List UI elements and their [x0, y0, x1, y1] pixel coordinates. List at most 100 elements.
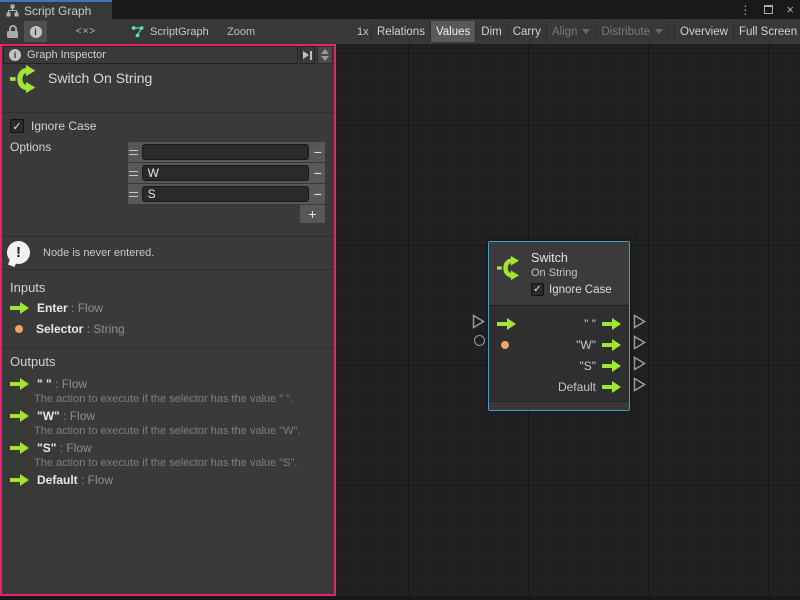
node-header[interactable]: Switch On String ✓ Ignore Case [489, 242, 629, 306]
graph-inspector-panel: i Graph Inspector Switch On String ✓ Ign… [0, 44, 336, 596]
close-icon[interactable]: × [786, 3, 794, 16]
ghost-output-port[interactable] [633, 377, 646, 392]
output-port-icon[interactable] [602, 360, 621, 372]
inspected-node-title: Switch On String [48, 70, 152, 86]
warning-banner: ! Node is never entered. [2, 236, 334, 270]
switch-node-icon [497, 255, 523, 281]
inspector-header-title: Graph Inspector [27, 49, 106, 61]
flow-arrow-icon [10, 378, 29, 390]
value-port-icon [15, 325, 23, 333]
zoom-value: 1x [357, 19, 369, 44]
scroll-spinner[interactable] [317, 46, 333, 64]
relations-button[interactable]: Relations [371, 21, 431, 42]
window-menu-icon[interactable]: ⋮ [739, 4, 751, 16]
fullscreen-button[interactable]: Full Screen [734, 21, 800, 42]
input-port-selector: Selector : String [10, 322, 125, 336]
warning-text: Node is never entered. [43, 247, 154, 259]
outputs-heading: Outputs [10, 354, 56, 369]
add-option-button[interactable]: + [300, 205, 325, 223]
option-input[interactable] [142, 144, 309, 160]
dock-icon [303, 51, 309, 59]
output-port-icon[interactable] [602, 318, 621, 330]
output-label: "S" [579, 359, 596, 373]
ghost-output-port[interactable] [633, 335, 646, 350]
output-port-icon[interactable] [602, 381, 621, 393]
code-view-button[interactable]: <×> [68, 21, 104, 42]
switch-on-string-node[interactable]: Switch On String ✓ Ignore Case " " "W" [488, 241, 630, 411]
node-body: " " "W" "S" Default [489, 306, 629, 397]
output-port-description: The action to execute if the selector ha… [34, 425, 300, 437]
overview-button[interactable]: Overview [674, 21, 734, 42]
carry-button[interactable]: Carry [508, 21, 547, 42]
inspector-header: i Graph Inspector [3, 46, 298, 64]
ghost-flow-input-port[interactable] [472, 314, 485, 329]
remove-option-button[interactable]: − [311, 184, 325, 204]
tab-script-graph[interactable]: Script Graph [0, 0, 112, 19]
ignore-case-checkbox[interactable]: ✓ [10, 119, 24, 133]
graph-icon [131, 25, 144, 38]
info-icon: i [9, 49, 21, 61]
option-row: − [128, 142, 325, 162]
drag-handle-icon[interactable] [128, 150, 140, 155]
values-button[interactable]: Values [431, 21, 476, 42]
lock-button[interactable] [2, 21, 23, 42]
flow-arrow-icon [10, 442, 29, 454]
inputs-heading: Inputs [10, 280, 45, 295]
distribute-button[interactable]: Distribute [596, 21, 669, 42]
option-input[interactable] [142, 186, 309, 202]
node-ignore-case-label: Ignore Case [549, 284, 612, 296]
graph-canvas[interactable]: Switch On String ✓ Ignore Case " " "W" [336, 44, 800, 596]
output-label: " " [584, 317, 596, 331]
dock-button[interactable] [300, 46, 315, 64]
warning-icon: ! [7, 241, 31, 265]
output-port-description: The action to execute if the selector ha… [34, 393, 293, 405]
window-bottom-edge [0, 596, 800, 600]
remove-option-button[interactable]: − [311, 142, 325, 162]
input-port-enter: Enter : Flow [10, 301, 103, 315]
option-input[interactable] [142, 165, 309, 181]
zoom-label: Zoom [227, 19, 255, 44]
output-port-description: The action to execute if the selector ha… [34, 457, 297, 469]
tab-title: Script Graph [24, 4, 91, 18]
code-icon: <×> [76, 26, 97, 37]
output-port-icon[interactable] [602, 339, 621, 351]
enter-port-icon[interactable] [497, 318, 516, 330]
chevron-down-icon [321, 56, 329, 61]
node-subtitle: On String [531, 267, 577, 279]
ignore-case-row: ✓ Ignore Case [10, 119, 96, 133]
align-button[interactable]: Align [547, 21, 597, 42]
ghost-output-port[interactable] [633, 314, 646, 329]
chevron-down-icon [582, 29, 590, 34]
output-port-w: "W" : Flow [10, 409, 95, 423]
hierarchy-icon [6, 4, 19, 17]
ghost-output-port[interactable] [633, 356, 646, 371]
toolbar: i <×> ScriptGraph Zoom 1x Relations Valu… [0, 19, 800, 44]
options-list: − − − + [128, 142, 325, 223]
selector-port-icon[interactable] [501, 341, 509, 349]
flow-arrow-icon [10, 474, 29, 486]
switch-node-icon [10, 64, 40, 94]
option-row: − [128, 163, 325, 183]
output-label: "W" [576, 338, 596, 352]
breadcrumb-label: ScriptGraph [150, 26, 209, 38]
output-label: Default [558, 380, 596, 394]
drag-handle-icon[interactable] [128, 171, 140, 176]
node-ignore-case-checkbox[interactable]: ✓ [531, 283, 544, 296]
titlebar: Script Graph ⋮ × [0, 0, 800, 19]
info-icon: i [30, 26, 42, 38]
option-row: − [128, 184, 325, 204]
flow-arrow-icon [10, 302, 29, 314]
remove-option-button[interactable]: − [311, 163, 325, 183]
maximize-icon[interactable] [764, 5, 773, 14]
lock-icon [7, 25, 18, 38]
drag-handle-icon[interactable] [128, 192, 140, 197]
dim-button[interactable]: Dim [476, 21, 507, 42]
ignore-case-label: Ignore Case [31, 119, 96, 133]
chevron-down-icon [655, 29, 663, 34]
options-label: Options [10, 140, 51, 154]
output-port-s: "S" : Flow [10, 441, 92, 455]
breadcrumb[interactable]: ScriptGraph [131, 21, 209, 42]
output-port-default: Default : Flow [10, 473, 113, 487]
ghost-value-input-port[interactable] [474, 335, 485, 346]
inspector-toggle-button[interactable]: i [24, 21, 47, 42]
